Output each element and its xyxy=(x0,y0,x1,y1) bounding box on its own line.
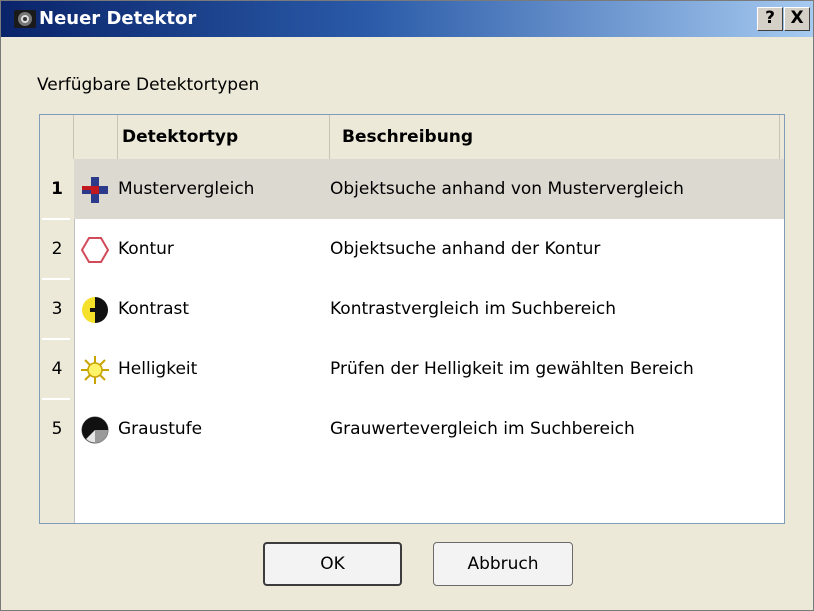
sun-brightness-icon xyxy=(80,355,110,385)
row-header-4[interactable]: 4 xyxy=(40,339,74,399)
detector-description: Kontrastvergleich im Suchbereich xyxy=(330,299,617,319)
pattern-cross-icon xyxy=(80,175,110,205)
column-header-description[interactable]: Beschreibung xyxy=(330,115,780,159)
detector-type-label: Kontrast xyxy=(118,299,190,319)
table-row-kontrast[interactable]: Kontrast Kontrastvergleich im Suchbereic… xyxy=(74,279,784,339)
camera-app-icon xyxy=(13,7,37,31)
detector-type-table[interactable]: Detektortyp Beschreibung 1 2 3 4 5 Muste… xyxy=(39,114,785,524)
grayscale-circle-icon xyxy=(80,415,110,445)
row-header-3[interactable]: 3 xyxy=(40,279,74,339)
detector-type-label: Kontur xyxy=(118,239,174,259)
detector-type-label: Helligkeit xyxy=(118,359,198,379)
table-row-helligkeit[interactable]: Helligkeit Prüfen der Helligkeit im gewä… xyxy=(74,339,784,399)
new-detector-dialog: Neuer Detektor ? X Verfügbare Detektorty… xyxy=(0,0,814,611)
detector-type-label: Graustufe xyxy=(118,419,203,439)
table-header: Detektortyp Beschreibung xyxy=(40,115,784,160)
table-row-mustervergleich[interactable]: Mustervergleich Objektsuche anhand von M… xyxy=(74,159,784,219)
title-bar[interactable]: Neuer Detektor ? X xyxy=(1,1,813,37)
help-button[interactable]: ? xyxy=(757,7,783,31)
row-header-column: 1 2 3 4 5 xyxy=(40,159,75,523)
hexagon-outline-icon xyxy=(80,235,110,265)
detector-type-label: Mustervergleich xyxy=(118,179,255,199)
detector-description: Objektsuche anhand von Mustervergleich xyxy=(330,179,684,199)
ok-button[interactable]: OK xyxy=(263,542,402,586)
close-button[interactable]: X xyxy=(784,7,810,31)
detector-description: Objektsuche anhand der Kontur xyxy=(330,239,601,259)
row-header-2[interactable]: 2 xyxy=(40,219,74,279)
cancel-button[interactable]: Abbruch xyxy=(433,542,573,586)
detector-description: Prüfen der Helligkeit im gewählten Berei… xyxy=(330,359,694,379)
corner-cell xyxy=(40,115,74,159)
detector-description: Grauwertevergleich im Suchbereich xyxy=(330,419,635,439)
window-title: Neuer Detektor xyxy=(39,8,197,29)
icon-column-header xyxy=(74,115,118,159)
available-detector-types-label: Verfügbare Detektortypen xyxy=(37,75,260,95)
contrast-half-circle-icon xyxy=(80,295,110,325)
row-header-1[interactable]: 1 xyxy=(40,159,74,219)
column-header-detector-type[interactable]: Detektortyp xyxy=(118,115,330,159)
row-header-5[interactable]: 5 xyxy=(40,399,74,459)
table-row-graustufe[interactable]: Graustufe Grauwertevergleich im Suchbere… xyxy=(74,399,784,459)
table-row-kontur[interactable]: Kontur Objektsuche anhand der Kontur xyxy=(74,219,784,279)
